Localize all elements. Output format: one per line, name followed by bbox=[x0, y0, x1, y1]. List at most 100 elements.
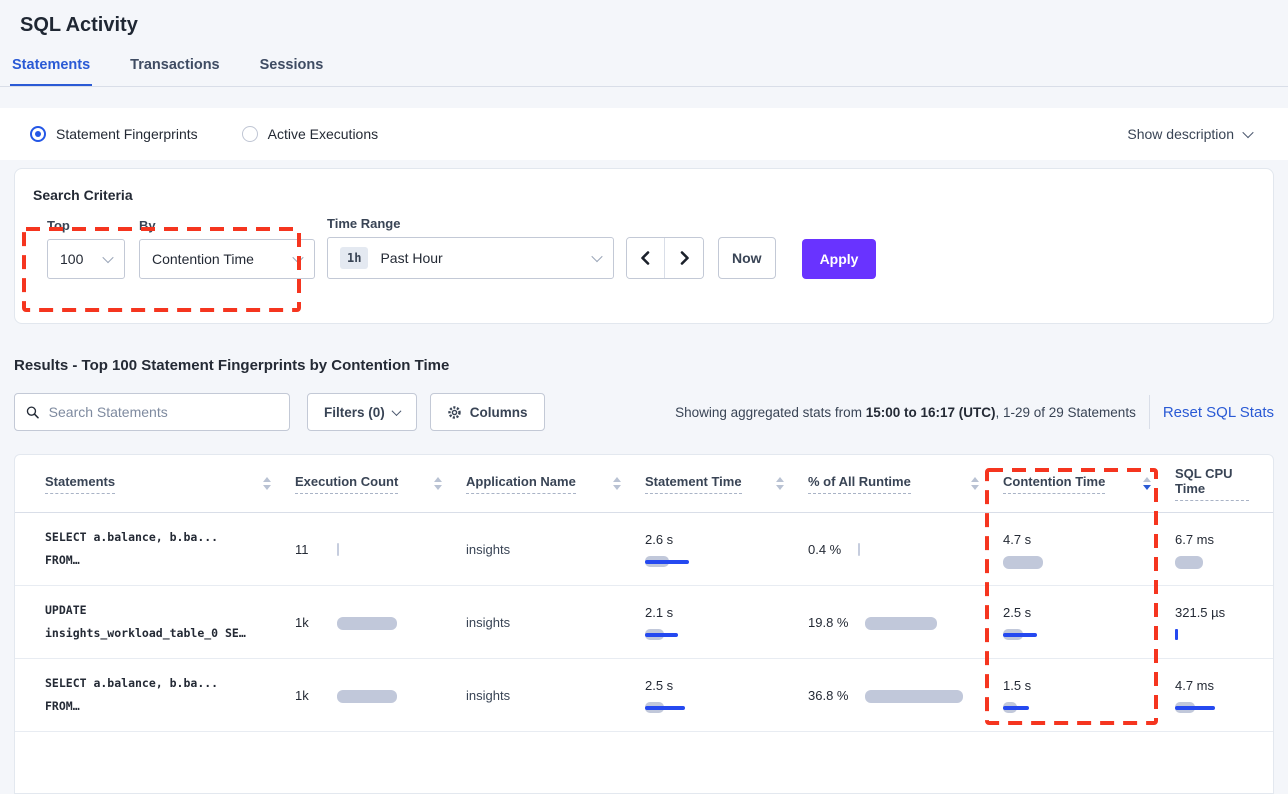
columns-button[interactable]: Columns bbox=[430, 393, 545, 431]
application-name-cell: insights bbox=[466, 615, 645, 630]
time-range-label: Time Range bbox=[327, 216, 614, 231]
column-header-execution-count[interactable]: Execution Count bbox=[295, 474, 466, 494]
contention-time-cell: 4.7 s bbox=[1003, 531, 1175, 568]
summary-suffix: , 1-29 of 29 Statements bbox=[995, 405, 1135, 420]
table-header-row: Statements Execution Count Application N… bbox=[15, 455, 1273, 513]
summary-prefix: Showing aggregated stats from bbox=[675, 405, 866, 420]
time-range-field-group: Time Range 1h Past Hour bbox=[327, 216, 614, 279]
apply-button[interactable]: Apply bbox=[802, 239, 877, 279]
sql-cpu-time-bar bbox=[1175, 701, 1274, 714]
reset-sql-stats-link[interactable]: Reset SQL Stats bbox=[1163, 404, 1274, 421]
statement-time-cell: 2.5 s bbox=[645, 677, 808, 714]
column-header-label: Application Name bbox=[466, 474, 576, 494]
pct-runtime-bar bbox=[865, 616, 975, 629]
contention-time-bar bbox=[1003, 628, 1113, 641]
column-header-pct-runtime[interactable]: % of All Runtime bbox=[808, 474, 1003, 494]
sql-cpu-time-cell: 6.7 ms bbox=[1175, 531, 1274, 568]
sort-icon[interactable] bbox=[613, 477, 621, 490]
radio-label: Statement Fingerprints bbox=[56, 126, 198, 142]
sort-icon[interactable] bbox=[971, 477, 979, 490]
radio-active-executions[interactable]: Active Executions bbox=[242, 126, 379, 142]
statement-time-cell: 2.6 s bbox=[645, 531, 808, 568]
tab-statements[interactable]: Statements bbox=[10, 49, 92, 86]
contention-time-value: 1.5 s bbox=[1003, 677, 1055, 694]
statement-time-bar bbox=[645, 701, 755, 714]
now-button[interactable]: Now bbox=[718, 237, 776, 279]
search-icon bbox=[26, 405, 40, 420]
chevron-down-icon bbox=[391, 406, 401, 416]
table-row: UPDATE insights_workload_table_0 SE… 1k … bbox=[15, 586, 1273, 659]
pct-runtime-cell: 19.8 % bbox=[808, 614, 1003, 631]
search-input[interactable] bbox=[49, 404, 278, 420]
results-toolbar: Filters (0) Columns Showing aggregated s… bbox=[14, 393, 1274, 431]
radio-unselected-icon[interactable] bbox=[242, 126, 258, 142]
time-range-select[interactable]: 1h Past Hour bbox=[327, 237, 614, 279]
sort-desc-active-icon[interactable] bbox=[1143, 477, 1151, 490]
search-criteria-title: Search Criteria bbox=[33, 187, 1273, 203]
sql-cpu-time-cell: 4.7 ms bbox=[1175, 677, 1274, 714]
column-header-label: Statements bbox=[45, 474, 115, 494]
sort-icon[interactable] bbox=[776, 477, 784, 490]
column-header-label: Contention Time bbox=[1003, 474, 1105, 494]
column-header-statements[interactable]: Statements bbox=[45, 474, 295, 494]
sort-icon[interactable] bbox=[263, 477, 271, 490]
execution-count-value: 11 bbox=[295, 542, 337, 557]
column-header-application-name[interactable]: Application Name bbox=[466, 474, 645, 494]
pct-runtime-value: 36.8 % bbox=[808, 687, 848, 704]
chevron-left-icon bbox=[640, 251, 651, 265]
tab-transactions[interactable]: Transactions bbox=[128, 49, 221, 86]
statements-table: Statements Execution Count Application N… bbox=[14, 454, 1274, 794]
by-select[interactable]: Contention Time bbox=[139, 239, 315, 279]
statement-link[interactable]: SELECT a.balance, b.ba... FROM… bbox=[45, 672, 295, 718]
chevron-down-icon bbox=[1242, 127, 1253, 138]
statement-link[interactable]: SELECT a.balance, b.ba... FROM… bbox=[45, 526, 295, 572]
statement-search-box[interactable] bbox=[14, 393, 290, 431]
top-label: Top bbox=[47, 218, 125, 233]
column-header-label: Statement Time bbox=[645, 474, 742, 494]
time-range-value: Past Hour bbox=[380, 250, 442, 266]
execution-count-bar bbox=[337, 543, 447, 556]
search-criteria-form: Top 100 By Contention Time Time Range 1h… bbox=[33, 216, 1273, 279]
filters-button[interactable]: Filters (0) bbox=[307, 393, 417, 431]
statement-line-2: insights_workload_table_0 SE… bbox=[45, 622, 295, 645]
column-header-statement-time[interactable]: Statement Time bbox=[645, 474, 808, 494]
sort-icon[interactable] bbox=[434, 477, 442, 490]
column-header-label: Execution Count bbox=[295, 474, 398, 494]
statement-line-1: SELECT a.balance, b.ba... bbox=[45, 672, 295, 695]
show-description-toggle[interactable]: Show description bbox=[1127, 126, 1252, 142]
column-header-sql-cpu-time[interactable]: SQL CPU Time bbox=[1175, 466, 1273, 501]
contention-time-value: 2.5 s bbox=[1003, 604, 1055, 621]
by-label: By bbox=[139, 218, 315, 233]
chevron-down-icon bbox=[292, 252, 303, 263]
radio-statement-fingerprints[interactable]: Statement Fingerprints bbox=[30, 126, 198, 142]
next-time-button[interactable] bbox=[665, 238, 703, 278]
contention-time-cell: 2.5 s bbox=[1003, 604, 1175, 641]
statement-link[interactable]: UPDATE insights_workload_table_0 SE… bbox=[45, 599, 295, 645]
top-select[interactable]: 100 bbox=[47, 239, 125, 279]
statement-time-value: 2.5 s bbox=[645, 677, 697, 694]
radio-selected-icon[interactable] bbox=[30, 126, 46, 142]
radio-label: Active Executions bbox=[268, 126, 379, 142]
gear-icon bbox=[447, 405, 462, 420]
page-header: SQL Activity bbox=[0, 0, 1288, 37]
column-header-contention-time[interactable]: Contention Time bbox=[1003, 474, 1175, 494]
table-row: SELECT a.balance, b.ba... FROM… 11 insig… bbox=[15, 513, 1273, 586]
execution-count-cell: 1k bbox=[295, 615, 466, 630]
time-range-badge: 1h bbox=[340, 247, 368, 269]
view-toggle-bar: Statement Fingerprints Active Executions… bbox=[0, 108, 1288, 160]
contention-time-bar bbox=[1003, 701, 1113, 714]
statement-time-value: 2.1 s bbox=[645, 604, 697, 621]
pct-runtime-bar bbox=[858, 543, 866, 556]
filters-button-label: Filters (0) bbox=[324, 405, 385, 420]
summary-time-range: 15:00 to 16:17 (UTC) bbox=[866, 405, 996, 420]
stats-summary: Showing aggregated stats from 15:00 to 1… bbox=[675, 405, 1136, 420]
statement-line-2: FROM… bbox=[45, 549, 295, 572]
tab-sessions[interactable]: Sessions bbox=[258, 49, 326, 86]
previous-time-button[interactable] bbox=[627, 238, 665, 278]
sql-cpu-time-value: 4.7 ms bbox=[1175, 677, 1227, 694]
columns-button-label: Columns bbox=[470, 405, 528, 420]
top-field-group: Top 100 bbox=[47, 218, 125, 279]
execution-count-cell: 11 bbox=[295, 542, 466, 557]
table-row: SELECT a.balance, b.ba... FROM… 1k insig… bbox=[15, 659, 1273, 732]
execution-count-bar bbox=[337, 616, 447, 629]
